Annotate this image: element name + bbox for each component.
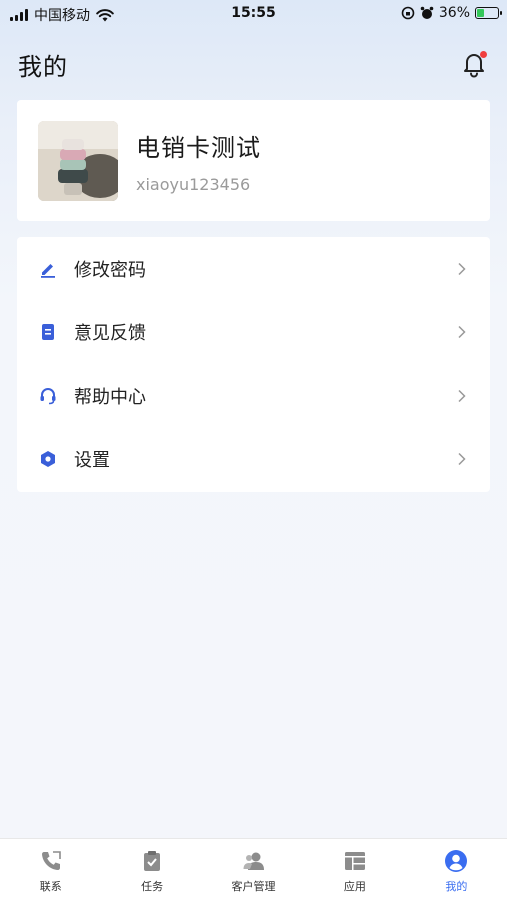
tab-label: 应用 (343, 880, 366, 893)
menu-item-feedback[interactable]: 意见反馈 (17, 301, 490, 365)
chevron-right-icon (458, 262, 466, 275)
grid-icon (344, 852, 365, 870)
headset-icon (38, 386, 58, 406)
tab-customer-management[interactable]: 客户管理 (203, 839, 304, 900)
profile-card[interactable]: 电销卡测试 xiaoyu123456 (17, 100, 490, 221)
menu-item-change-password[interactable]: 修改密码 (17, 237, 490, 301)
tab-apps[interactable]: 应用 (304, 839, 405, 900)
chevron-right-icon (458, 389, 466, 402)
rotation-lock-icon (401, 6, 415, 20)
settings-icon (38, 449, 58, 469)
avatar-image (38, 120, 118, 201)
notification-button[interactable] (459, 49, 489, 79)
tab-tasks[interactable]: 任务 (101, 839, 202, 900)
clipboard-icon (144, 851, 161, 871)
profile-name: 电销卡测试 (136, 133, 261, 162)
profile-text: 电销卡测试 xiaoyu123456 (136, 128, 261, 194)
menu-item-label: 修改密码 (74, 259, 146, 281)
menu-item-label: 设置 (74, 450, 110, 472)
users-icon (243, 852, 264, 870)
profile-page: 中国移动 15:55 36% 我的 电销卡测试 xiaoyu123456 修改密… (0, 0, 507, 900)
settings-menu: 修改密码 意见反馈 帮助中心 设置 (17, 237, 490, 492)
page-title: 我的 (18, 52, 68, 81)
document-icon (38, 322, 58, 342)
tab-label: 我的 (445, 880, 468, 893)
edit-icon (38, 259, 58, 279)
menu-item-help-center[interactable]: 帮助中心 (17, 364, 490, 428)
bottom-tab-bar: 联系 任务 客户管理 应用 我的 (0, 838, 507, 900)
menu-item-label: 意见反馈 (74, 323, 146, 345)
chevron-right-icon (458, 453, 466, 466)
battery-fill (477, 9, 485, 17)
phone-icon (41, 851, 61, 870)
status-bar: 中国移动 15:55 36% (0, 0, 507, 30)
alarm-icon (420, 6, 434, 19)
avatar[interactable] (38, 120, 118, 201)
tab-label: 客户管理 (231, 880, 276, 893)
notification-badge (480, 51, 487, 58)
user-icon (445, 850, 468, 872)
tab-label: 联系 (39, 880, 62, 893)
tab-label: 任务 (141, 880, 164, 893)
menu-item-label: 帮助中心 (74, 386, 146, 408)
profile-user-id: xiaoyu123456 (136, 174, 251, 194)
battery-percent: 36% (438, 5, 470, 21)
battery-icon (475, 7, 502, 19)
page-header: 我的 (18, 44, 489, 84)
tab-contact[interactable]: 联系 (0, 839, 101, 900)
chevron-right-icon (458, 326, 466, 339)
tab-mine[interactable]: 我的 (406, 839, 507, 900)
status-right: 36% (401, 5, 502, 21)
menu-item-settings[interactable]: 设置 (17, 428, 490, 492)
